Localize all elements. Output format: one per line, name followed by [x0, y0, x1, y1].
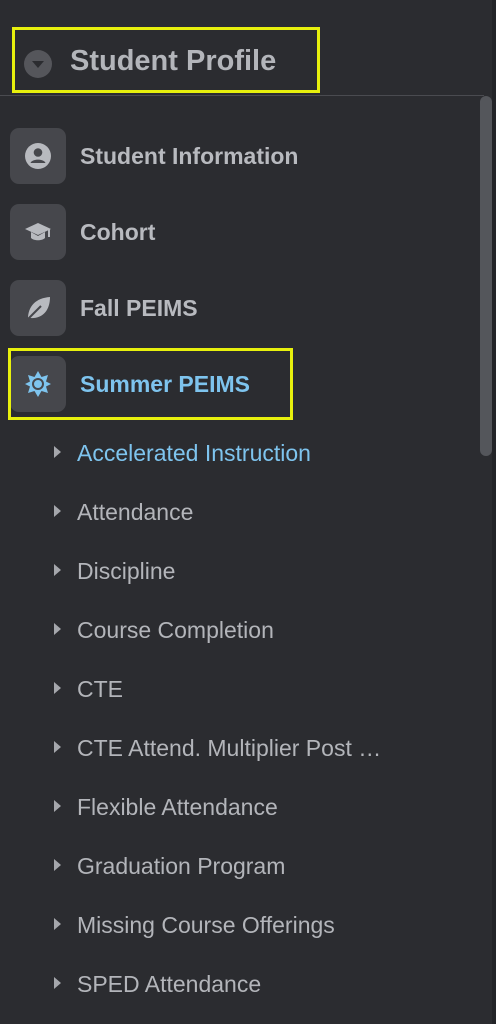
- caret-right-icon: [54, 682, 61, 694]
- subitem-label: SPED Attendance: [77, 971, 262, 997]
- graduation-cap-icon: [10, 204, 66, 260]
- nav-section-fall-peims[interactable]: Fall PEIMS: [0, 278, 470, 338]
- caret-right-icon: [54, 918, 61, 930]
- caret-right-icon: [54, 800, 61, 812]
- subitem-course-completion[interactable]: Course Completion: [0, 609, 470, 649]
- caret-right-icon: [54, 741, 61, 753]
- subitem-flexible-attendance[interactable]: Flexible Attendance: [0, 786, 470, 826]
- caret-right-icon: [54, 446, 61, 458]
- caret-right-icon: [54, 977, 61, 989]
- subitem-graduation-program[interactable]: Graduation Program: [0, 845, 470, 885]
- subitem-label: CTE: [77, 676, 123, 702]
- subitem-attendance[interactable]: Attendance: [0, 491, 470, 531]
- highlight-box-header: [12, 27, 320, 93]
- subitem-sped-attendance[interactable]: SPED Attendance: [0, 963, 470, 1003]
- nav-section-student-information[interactable]: Student Information: [0, 126, 470, 186]
- user-icon: [10, 128, 66, 184]
- subitem-missing-course-offerings[interactable]: Missing Course Offerings: [0, 904, 470, 944]
- subitem-discipline[interactable]: Discipline: [0, 550, 470, 590]
- subitem-label: Missing Course Offerings: [77, 912, 335, 938]
- subitem-cte[interactable]: CTE: [0, 668, 470, 708]
- subitem-label: Course Completion: [77, 617, 274, 643]
- subitem-label: CTE Attend. Multiplier Post …: [77, 735, 382, 761]
- scrollbar-thumb[interactable]: [480, 96, 492, 456]
- subitem-cte-attend-multiplier[interactable]: CTE Attend. Multiplier Post …: [0, 727, 470, 767]
- caret-right-icon: [54, 859, 61, 871]
- subitem-label: Attendance: [77, 499, 194, 525]
- nav-section-cohort[interactable]: Cohort: [0, 202, 470, 262]
- panel-edge: [492, 0, 496, 1024]
- caret-right-icon: [54, 623, 61, 635]
- subitem-label: Accelerated Instruction: [77, 440, 311, 466]
- highlight-box-summer-peims: [8, 348, 293, 420]
- leaf-icon: [10, 280, 66, 336]
- nav-section-label: Cohort: [80, 219, 156, 245]
- caret-right-icon: [54, 564, 61, 576]
- nav-section-label: Fall PEIMS: [80, 295, 198, 321]
- subitem-accelerated-instruction[interactable]: Accelerated Instruction: [0, 432, 470, 472]
- caret-right-icon: [54, 505, 61, 517]
- subitem-label: Graduation Program: [77, 853, 286, 879]
- nav-section-label: Student Information: [80, 143, 299, 169]
- subitem-label: Flexible Attendance: [77, 794, 278, 820]
- subitem-label: Discipline: [77, 558, 176, 584]
